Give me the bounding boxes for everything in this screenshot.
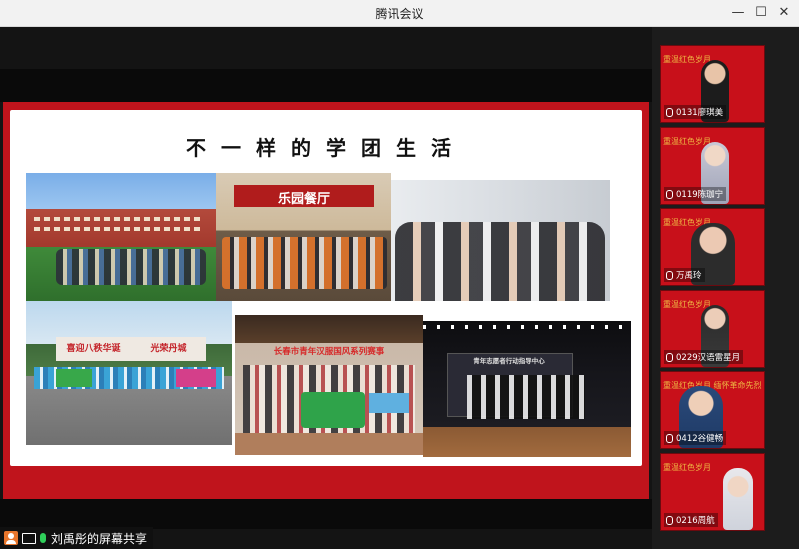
participant-name: 万禹玲 (676, 271, 702, 281)
microphone-icon (666, 515, 673, 525)
participant-name: 0412谷健畅 (676, 434, 724, 444)
microphone-icon (666, 189, 673, 199)
participant-tile-1[interactable]: 重温红色岁月 0131廖琪美 (660, 45, 765, 123)
tile-banner: 重温红色岁月 (663, 300, 711, 309)
participant-name: 0229汉语雷星月 (676, 353, 741, 363)
microphone-icon (666, 270, 673, 280)
microphone-icon (666, 352, 673, 362)
microphone-icon[interactable] (40, 533, 46, 543)
photo-restaurant-group: 乐园餐厅 (216, 173, 391, 301)
tile-banner: 重温红色岁月 (663, 137, 711, 146)
participant-tile-4[interactable]: 重温红色岁月 0229汉语雷星月 (660, 290, 765, 368)
photo-hanfu-event: 长春市青年汉服国风系列赛事 (235, 315, 423, 455)
tile-banner: 重温红色岁月 (663, 463, 711, 472)
participant-tile-2[interactable]: 重温红色岁月 0119陈珈宁 (660, 127, 765, 205)
participant-tile-5[interactable]: 重温红色岁月 缅怀革命先烈 0412谷健畅 (660, 371, 765, 449)
window-title: 腾讯会议 (375, 7, 424, 21)
screen-share-icon (22, 532, 36, 544)
screen-share-indicator[interactable]: 刘禹彤的屏幕共享 (0, 527, 154, 549)
participant-tile-3[interactable]: 重温红色岁月 万禹玲 (660, 208, 765, 286)
microphone-icon (666, 107, 673, 117)
participant-name-bar: 0412谷健畅 (664, 431, 727, 445)
screen-text: 青年志愿者行动指导中心 (473, 357, 545, 365)
close-icon[interactable]: ✕ (773, 3, 795, 23)
bottom-black-band (0, 499, 652, 529)
top-black-band (0, 69, 652, 102)
photo-students-indoor (391, 180, 610, 301)
participant-tile-6[interactable]: 重温红色岁月 0216周航 (660, 453, 765, 531)
photo-outdoor-event: 喜迎八秩华诞 光荣丹城 (26, 301, 232, 445)
shared-screen-area: 不一样的学团生活 乐园餐厅 喜迎八秩华诞 光荣丹城 长春市青年汉服国风系列赛事 … (0, 27, 652, 549)
minimize-icon[interactable]: — (727, 3, 749, 23)
maximize-icon[interactable]: ☐ (750, 3, 772, 23)
photo-stage-performance: 青年志愿者行动指导中心 (423, 321, 631, 457)
tile-banner: 重温红色岁月 (663, 55, 711, 64)
participant-name: 0119陈珈宁 (676, 190, 724, 200)
user-icon (4, 531, 18, 545)
participant-name-bar: 0229汉语雷星月 (664, 350, 744, 364)
screen-share-label: 刘禹彤的屏幕共享 (51, 531, 148, 546)
microphone-icon (666, 433, 673, 443)
restaurant-sign: 乐园餐厅 (277, 192, 330, 207)
title-bar: 腾讯会议 — ☐ ✕ (0, 0, 799, 27)
banner-left-text: 喜迎八秩华诞 (66, 344, 121, 354)
presentation-slide: 不一样的学团生活 乐园餐厅 喜迎八秩华诞 光荣丹城 长春市青年汉服国风系列赛事 … (3, 102, 649, 499)
participant-name-bar: 0216周航 (664, 513, 718, 527)
participant-name: 0216周航 (676, 516, 715, 526)
stage-banner-text: 长春市青年汉服国风系列赛事 (273, 347, 385, 357)
slide-content: 不一样的学团生活 乐园餐厅 喜迎八秩华诞 光荣丹城 长春市青年汉服国风系列赛事 … (10, 110, 642, 466)
banner-right-text: 光荣丹城 (150, 344, 187, 354)
participant-name-bar: 万禹玲 (664, 268, 705, 282)
avatar (723, 468, 753, 530)
participant-name-bar: 0131廖琪美 (664, 105, 727, 119)
slide-title: 不一样的学团生活 (186, 136, 466, 160)
participant-name-bar: 0119陈珈宁 (664, 187, 727, 201)
photo-school-group (26, 173, 216, 301)
participant-name: 0131廖琪美 (676, 108, 724, 118)
